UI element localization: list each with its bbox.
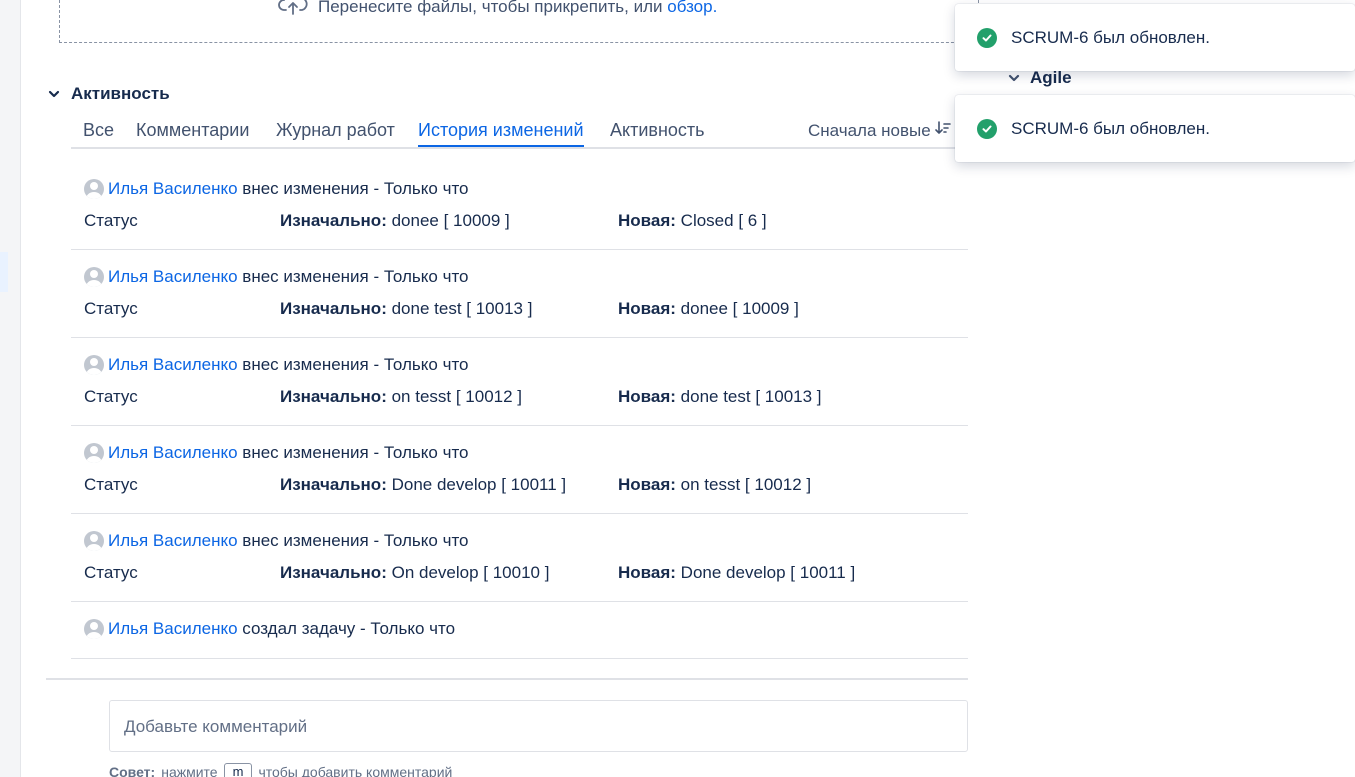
created-entry: Илья Василенко создал задачу - Только чт…	[71, 602, 968, 659]
user-link[interactable]: Илья Василенко	[108, 267, 238, 287]
success-toast[interactable]: SCRUM-6 был обновлен.	[955, 4, 1355, 71]
entry-action: внес изменения - Только что	[242, 443, 469, 462]
tab-worklog[interactable]: Журнал работ	[276, 120, 395, 145]
toast-message: SCRUM-6 был обновлен.	[1011, 118, 1210, 138]
tip-before: нажмите	[161, 763, 218, 777]
sort-toggle[interactable]: Сначала новые	[808, 120, 951, 141]
tab-activity[interactable]: Активность	[610, 120, 705, 145]
check-circle-icon	[977, 118, 997, 139]
changed-field: Статус	[84, 563, 138, 582]
history-entry: Илья Василенко внес изменения - Только ч…	[71, 162, 968, 250]
changed-field: Статус	[84, 387, 138, 406]
activity-section-header[interactable]: Активность	[46, 84, 170, 104]
new-value: Новая: Done develop [ 10011 ]	[618, 563, 856, 582]
original-value: Изначально: On develop [ 10010 ]	[280, 563, 550, 582]
check-circle-icon	[977, 27, 997, 48]
entry-action: внес изменения - Только что	[242, 355, 469, 374]
success-toast[interactable]: SCRUM-6 был обновлен.	[955, 95, 1355, 162]
tip-after: чтобы добавить комментарий	[258, 763, 453, 777]
avatar[interactable]	[84, 531, 104, 551]
attachment-dropzone[interactable]: Перенесите файлы, чтобы прикрепить, или …	[59, 0, 979, 43]
changed-field: Статус	[84, 211, 138, 230]
new-value: Новая: donee [ 10009 ]	[618, 299, 799, 318]
avatar[interactable]	[84, 179, 104, 199]
left-sidebar-rail	[0, 0, 21, 777]
user-link[interactable]: Илья Василенко	[108, 443, 238, 463]
agile-section-header[interactable]: Agile	[1006, 68, 1072, 88]
entry-action: внес изменения - Только что	[242, 531, 469, 550]
user-link[interactable]: Илья Василенко	[108, 619, 238, 639]
chevron-down-icon[interactable]	[46, 86, 62, 102]
user-link[interactable]: Илья Василенко	[108, 531, 238, 551]
original-value: Изначально: donee [ 10009 ]	[280, 211, 510, 230]
agile-section-title: Agile	[1030, 68, 1072, 87]
sort-icon	[934, 120, 951, 141]
user-link[interactable]: Илья Василенко	[108, 179, 238, 199]
history-entry: Илья Василенко внес изменения - Только ч…	[71, 250, 968, 338]
history-entry: Илья Василенко внес изменения - Только ч…	[71, 338, 968, 426]
shortcut-key: m	[223, 763, 253, 777]
toast-message: SCRUM-6 был обновлен.	[1011, 27, 1210, 47]
tip-label: Совет:	[109, 763, 156, 777]
avatar[interactable]	[84, 443, 104, 463]
history-list: Илья Василенко внес изменения - Только ч…	[71, 162, 968, 659]
changed-field: Статус	[84, 299, 138, 318]
avatar[interactable]	[84, 619, 104, 639]
browse-link[interactable]: обзор.	[667, 0, 717, 16]
sidebar-active-marker	[0, 252, 8, 292]
changed-field: Статус	[84, 475, 138, 494]
activity-title: Активность	[71, 84, 170, 103]
entry-action: внес изменения - Только что	[242, 267, 469, 286]
new-value: Новая: Closed [ 6 ]	[618, 211, 767, 230]
avatar[interactable]	[84, 267, 104, 287]
comment-input[interactable]: Добавьте комментарий	[109, 700, 968, 752]
tab-all[interactable]: Все	[83, 120, 114, 145]
new-value: Новая: on tesst [ 10012 ]	[618, 475, 812, 494]
original-value: Изначально: done test [ 10013 ]	[280, 299, 533, 318]
user-link[interactable]: Илья Василенко	[108, 355, 238, 375]
divider	[46, 678, 968, 680]
entry-action: создал задачу - Только что	[242, 619, 456, 638]
original-value: Изначально: Done develop [ 10011 ]	[280, 475, 567, 494]
sort-label: Сначала новые	[808, 120, 931, 140]
dropzone-text: Перенесите файлы, чтобы прикрепить, или	[318, 0, 663, 16]
new-value: Новая: done test [ 10013 ]	[618, 387, 822, 406]
history-entry: Илья Василенко внес изменения - Только ч…	[71, 426, 968, 514]
tab-history[interactable]: История изменений	[418, 120, 584, 147]
avatar[interactable]	[84, 355, 104, 375]
history-entry: Илья Василенко внес изменения - Только ч…	[71, 514, 968, 602]
activity-tabs: Все Комментарии Журнал работ История изм…	[71, 118, 959, 149]
chevron-down-icon[interactable]	[1006, 70, 1022, 86]
entry-action: внес изменения - Только что	[242, 179, 469, 198]
original-value: Изначально: on tesst [ 10012 ]	[280, 387, 523, 406]
cloud-upload-icon	[278, 0, 308, 21]
tab-comments[interactable]: Комментарии	[136, 120, 249, 145]
comment-tip: Совет: нажмите m чтобы добавить коммента…	[109, 763, 452, 777]
